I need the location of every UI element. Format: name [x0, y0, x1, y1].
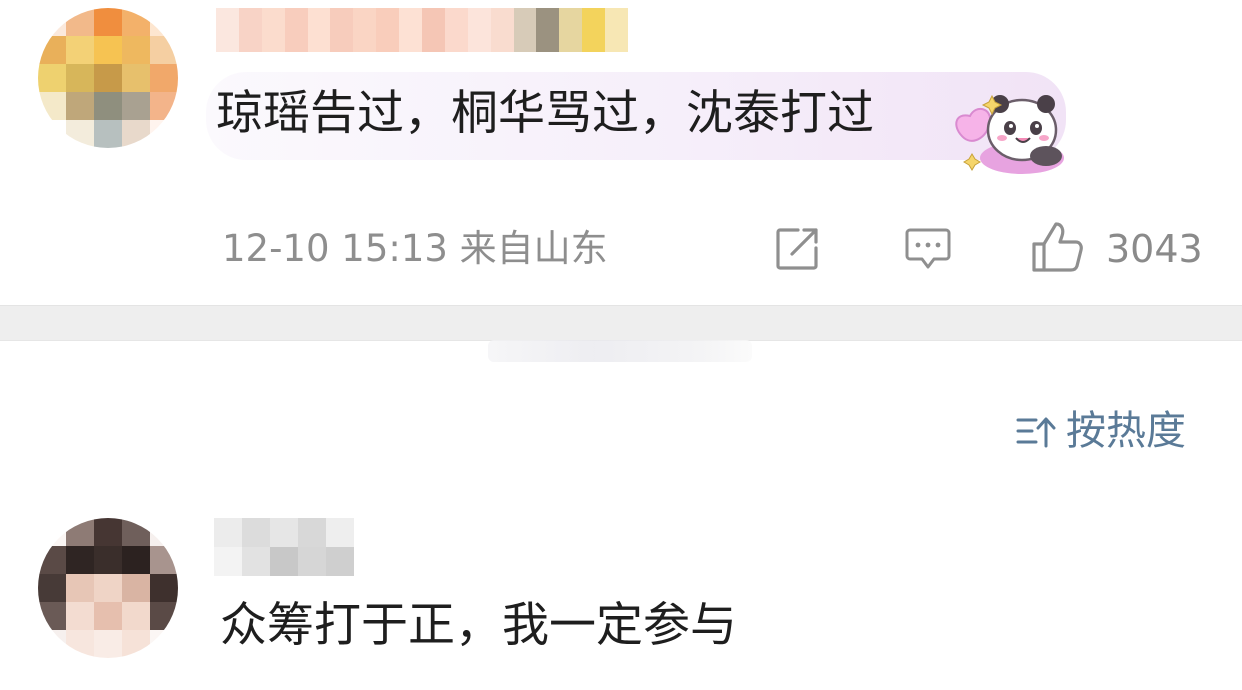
reply-icon[interactable] [904, 226, 952, 272]
pixelated-avatar-image [38, 8, 178, 148]
share-icon[interactable] [774, 226, 820, 272]
sort-by-hot-button[interactable]: 按热度 [1016, 404, 1186, 458]
pixelated-avatar-image [38, 518, 178, 658]
sort-label: 按热度 [1066, 408, 1186, 454]
blurred-region [488, 340, 752, 362]
panda-sticker-icon [955, 94, 1064, 174]
comment-page: 琼瑶告过，桐华骂过，沈泰打过 12-10 15:13 来自山东 3043 按热度… [0, 0, 1242, 690]
username-pixelated[interactable] [216, 8, 629, 52]
comment-text: 琼瑶告过，桐华骂过，沈泰打过 [216, 86, 874, 141]
username-pixelated[interactable] [214, 518, 354, 576]
avatar[interactable] [38, 518, 178, 658]
sort-icon [1016, 417, 1056, 448]
like-count: 3043 [1106, 227, 1203, 271]
avatar[interactable] [38, 8, 178, 148]
comment-timestamp-location: 12-10 15:13 来自山东 [222, 227, 608, 270]
section-divider [0, 305, 1242, 341]
thumbs-up-icon[interactable] [1030, 220, 1084, 274]
comment-text: 众筹打于正，我一定参与 [220, 598, 737, 653]
